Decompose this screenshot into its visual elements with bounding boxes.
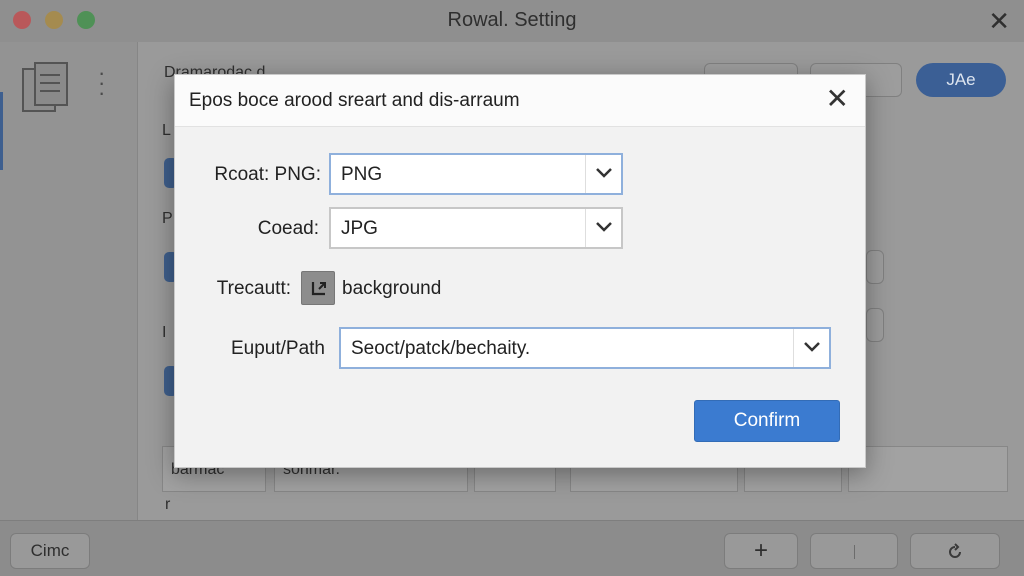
sidebar-active-indicator — [0, 92, 3, 170]
format-label: Rcoat: PNG: — [214, 164, 321, 185]
row-marker: r — [165, 496, 171, 513]
documents-icon[interactable] — [20, 62, 72, 118]
export-dialog: Epos boce arood sreart and dis-arraum ✕ … — [174, 74, 866, 468]
codec-label: Coead: — [257, 218, 319, 239]
format-select[interactable]: PNG — [329, 153, 623, 195]
window-title: Rowal. Setting — [447, 9, 577, 31]
more-vertical-icon[interactable]: · · · — [98, 62, 105, 104]
side-letter-3: I — [162, 324, 167, 341]
close-icon[interactable]: ✕ — [826, 85, 849, 113]
chevron-down-icon[interactable] — [793, 329, 829, 367]
add-button[interactable]: + — [724, 533, 798, 569]
close-icon[interactable]: ✕ — [988, 6, 1010, 37]
output-path-label: Euput/Path — [230, 338, 325, 359]
dialog-header: Epos boce arood sreart and dis-arraum ✕ — [175, 75, 865, 127]
transparency-label: Trecautt: — [216, 278, 291, 299]
title-bar: Rowal. Setting ✕ — [0, 0, 1024, 42]
plus-icon: + — [753, 537, 768, 564]
output-path-select[interactable]: Seoct/patck/bechaity. — [339, 327, 831, 369]
right-edge-fragment-1 — [866, 250, 884, 284]
toolbar-bottom-button[interactable] — [810, 533, 898, 569]
codec-select-value: JPG — [341, 218, 378, 239]
chevron-down-icon[interactable] — [585, 155, 621, 193]
cancel-button[interactable]: Cimc — [10, 533, 90, 569]
codec-select[interactable]: JPG — [329, 207, 623, 249]
transparent-background-toggle[interactable] — [301, 271, 335, 305]
side-letter-1: L — [162, 122, 171, 139]
corner-arrow-icon — [311, 282, 326, 296]
refresh-button[interactable] — [910, 533, 1000, 569]
refresh-icon — [949, 542, 961, 558]
bottom-bar: Cimc + — [0, 520, 1024, 576]
dialog-title: Epos boce arood sreart and dis-arraum — [189, 90, 520, 111]
background-option-label: background — [342, 278, 442, 299]
side-letter-2: P — [162, 210, 173, 227]
confirm-button[interactable]: Confirm — [694, 400, 840, 442]
table-cell — [848, 446, 1008, 492]
primary-pill-button[interactable]: JAe — [916, 63, 1006, 97]
chevron-down-icon[interactable] — [585, 209, 621, 247]
output-path-value: Seoct/patck/bechaity. — [351, 338, 531, 359]
sidebar: · · · — [0, 42, 138, 520]
format-select-value: PNG — [341, 164, 383, 185]
right-edge-fragment-2 — [866, 308, 884, 342]
